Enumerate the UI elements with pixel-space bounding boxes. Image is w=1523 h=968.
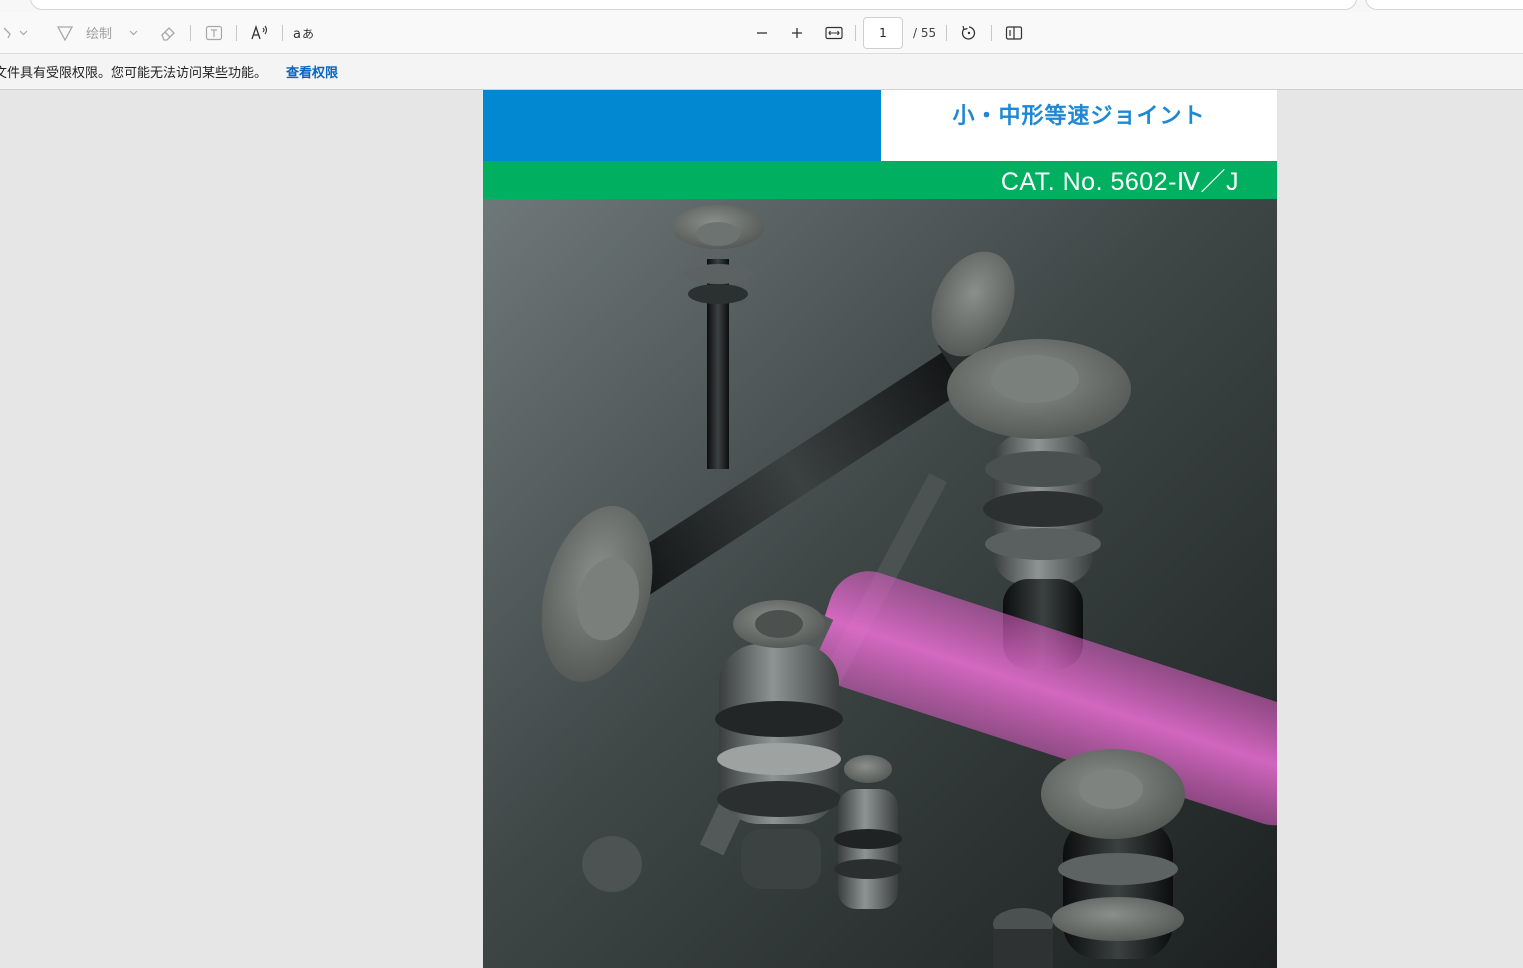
svg-text:あ: あ (302, 27, 314, 41)
cover-title-area: 小・中形等速ジョイント (881, 90, 1277, 161)
svg-text:a: a (293, 27, 301, 41)
toolbar-divider (190, 25, 191, 41)
search-box[interactable] (1365, 0, 1523, 10)
pdf-page: 小・中形等速ジョイント CAT. No. 5602-Ⅳ／J (483, 90, 1277, 968)
toolbar-divider (236, 25, 237, 41)
zoom-out-icon[interactable] (752, 12, 772, 53)
pdf-toolbar: 绘制 aあ 1 / 55 (0, 12, 1523, 54)
page-view-icon[interactable] (1003, 12, 1025, 53)
toolbar-divider (946, 25, 947, 41)
catalog-band: CAT. No. 5602-Ⅳ／J (483, 161, 1277, 199)
text-box-icon[interactable] (202, 12, 226, 53)
highlight-icon[interactable] (0, 12, 14, 53)
catalog-number: CAT. No. 5602-Ⅳ／J (1000, 168, 1239, 196)
chevron-down-icon[interactable] (16, 12, 30, 53)
cover-photo (483, 199, 1277, 968)
draw-button[interactable]: 绘制 (82, 12, 116, 53)
address-bar[interactable] (30, 0, 1357, 10)
draw-label: 绘制 (85, 27, 112, 42)
toolbar-divider (855, 25, 856, 41)
document-title: 小・中形等速ジョイント (952, 104, 1206, 129)
read-aloud-icon[interactable] (247, 12, 273, 53)
address-bar-area (0, 0, 1523, 12)
translate-icon[interactable]: aあ (292, 12, 316, 53)
view-permissions-link[interactable]: 查看权限 (286, 54, 338, 89)
toolbar-divider (282, 25, 283, 41)
restricted-permissions-bar: 文件具有受限权限。您可能无法访问某些功能。 查看权限 (0, 54, 1523, 90)
chevron-down-icon[interactable] (125, 12, 141, 53)
rotate-icon[interactable] (958, 12, 980, 53)
page-total: / 55 (913, 25, 937, 40)
eraser-icon[interactable] (157, 12, 179, 53)
toolbar-divider (991, 25, 992, 41)
fit-width-icon[interactable] (823, 12, 845, 53)
zoom-in-icon[interactable] (787, 12, 807, 53)
page-number-input[interactable]: 1 (863, 17, 903, 49)
draw-icon[interactable] (54, 12, 76, 53)
permissions-message: 文件具有受限权限。您可能无法访问某些功能。 (0, 66, 268, 81)
cover-blue-block (483, 90, 881, 161)
